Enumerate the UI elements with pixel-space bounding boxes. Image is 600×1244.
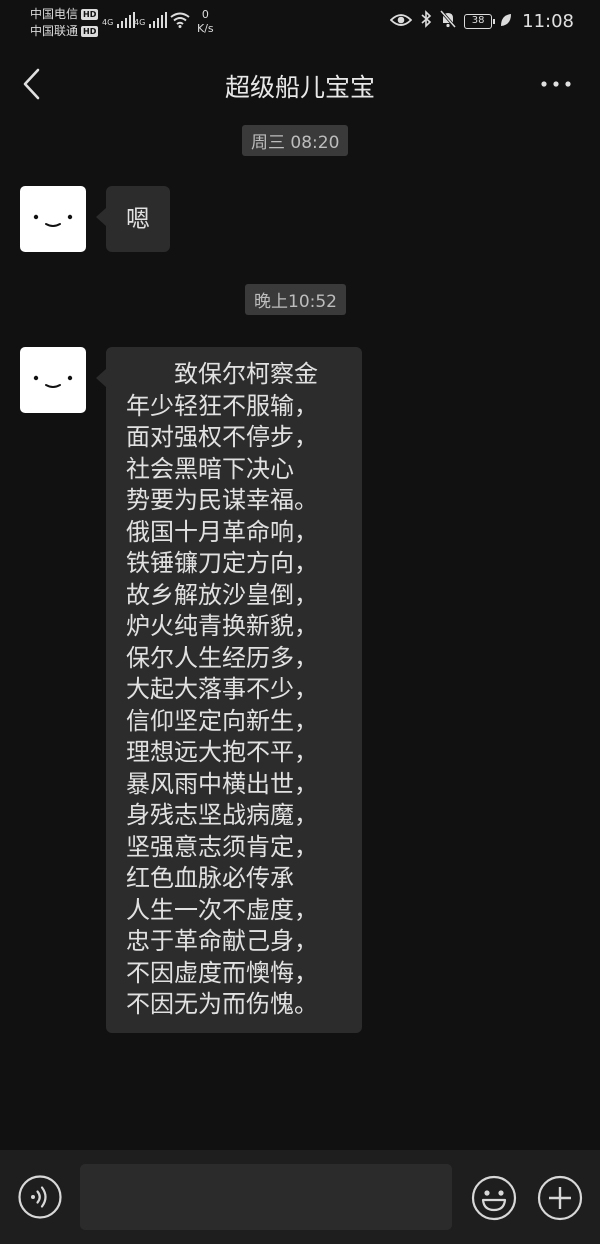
poem-line: 铁锤镰刀定方向， (126, 549, 318, 577)
poem-line: 势要为民谋幸福。 (126, 486, 318, 514)
net-speed-value: 0 (201, 8, 209, 21)
message-bubble-2[interactable]: 致保尔柯察金 年少轻狂不服输， 面对强权不停步， 社会黑暗下决心 势要为民谋幸福… (96, 347, 362, 1033)
poem-line: 身残志坚战病魔， (126, 801, 318, 829)
poem-line: 保尔人生经历多， (126, 643, 318, 672)
poem-line: 大起大落事不少， (126, 675, 318, 703)
emoji-icon (471, 1175, 517, 1221)
poem-line: 面对强权不停步， (126, 423, 318, 451)
poem-line: 致保尔柯察金 (174, 360, 318, 388)
status-bar: 中国电信 HD 中国联通 HD 4G 4G 0 K/s 38 11:08 (0, 0, 600, 44)
emoji-button[interactable] (471, 1175, 517, 1221)
chat-title: 超级船儿宝宝 (224, 73, 375, 102)
poem-line: 理想远大抱不平， (126, 738, 318, 766)
mute-bell-icon (439, 10, 457, 32)
poem-line: 红色血脉必传承 (126, 864, 294, 892)
battery-icon: 38 (464, 13, 496, 29)
smiley-avatar-icon (33, 214, 73, 227)
avatar[interactable] (20, 347, 86, 413)
poem-line: 不因虚度而懊悔， (126, 958, 318, 987)
message-input[interactable] (80, 1164, 452, 1230)
poem-line: 社会黑暗下决心 (126, 454, 294, 483)
carrier-info: 中国电信 HD 中国联通 HD (30, 6, 99, 40)
input-bar (0, 1150, 600, 1244)
poem-line: 忠于革命献己身， (126, 927, 318, 955)
poem-line: 暴风雨中横出世， (126, 769, 318, 798)
poem-line: 坚强意志须肯定， (126, 832, 318, 861)
poem-line: 不因无为而伤愧。 (126, 990, 318, 1018)
plus-icon (537, 1175, 583, 1221)
net-speed-unit: K/s (197, 22, 214, 35)
more-dots-icon (541, 81, 571, 87)
timestamp-1: 周三 08:20 (242, 125, 349, 156)
plus-button[interactable] (537, 1175, 583, 1221)
leaf-icon (500, 12, 512, 31)
timestamp-2: 晚上10:52 (245, 284, 346, 315)
hd-badge-2: HD (81, 26, 99, 37)
poem-line: 俄国十月革命响， (126, 517, 318, 546)
poem-line: 故乡解放沙皇倒， (126, 580, 318, 609)
poem-line: 炉火纯青换新貌， (126, 612, 318, 640)
message-bubble-1[interactable]: 嗯 (96, 186, 170, 252)
chat-screen: 中国电信 HD 中国联通 HD 4G 4G 0 K/s 38 11:08 超级船… (0, 0, 600, 1244)
signal-1-icon: 4G (102, 12, 136, 28)
avatar[interactable] (20, 186, 86, 252)
carrier-2-label: 中国联通 (30, 24, 79, 38)
poem-line: 人生一次不虚度， (126, 895, 318, 924)
wifi-icon (170, 12, 190, 32)
voice-icon (18, 1175, 62, 1219)
signal-2-icon: 4G (134, 12, 168, 28)
status-right-group: 38 11:08 (389, 10, 574, 32)
voice-button[interactable] (18, 1175, 62, 1219)
poem-line: 信仰坚定向新生， (126, 706, 318, 735)
carrier-1-label: 中国电信 (30, 7, 79, 21)
poem-line: 年少轻狂不服输， (126, 391, 318, 420)
hd-badge-1: HD (81, 9, 99, 20)
clock: 11:08 (522, 10, 574, 32)
net-speed: 0 K/s (197, 8, 214, 36)
chat-header: 超级船儿宝宝 (0, 50, 600, 118)
more-button[interactable] (538, 72, 574, 96)
eye-icon (389, 12, 413, 31)
smiley-avatar-icon (33, 375, 73, 388)
bluetooth-icon (420, 10, 432, 32)
